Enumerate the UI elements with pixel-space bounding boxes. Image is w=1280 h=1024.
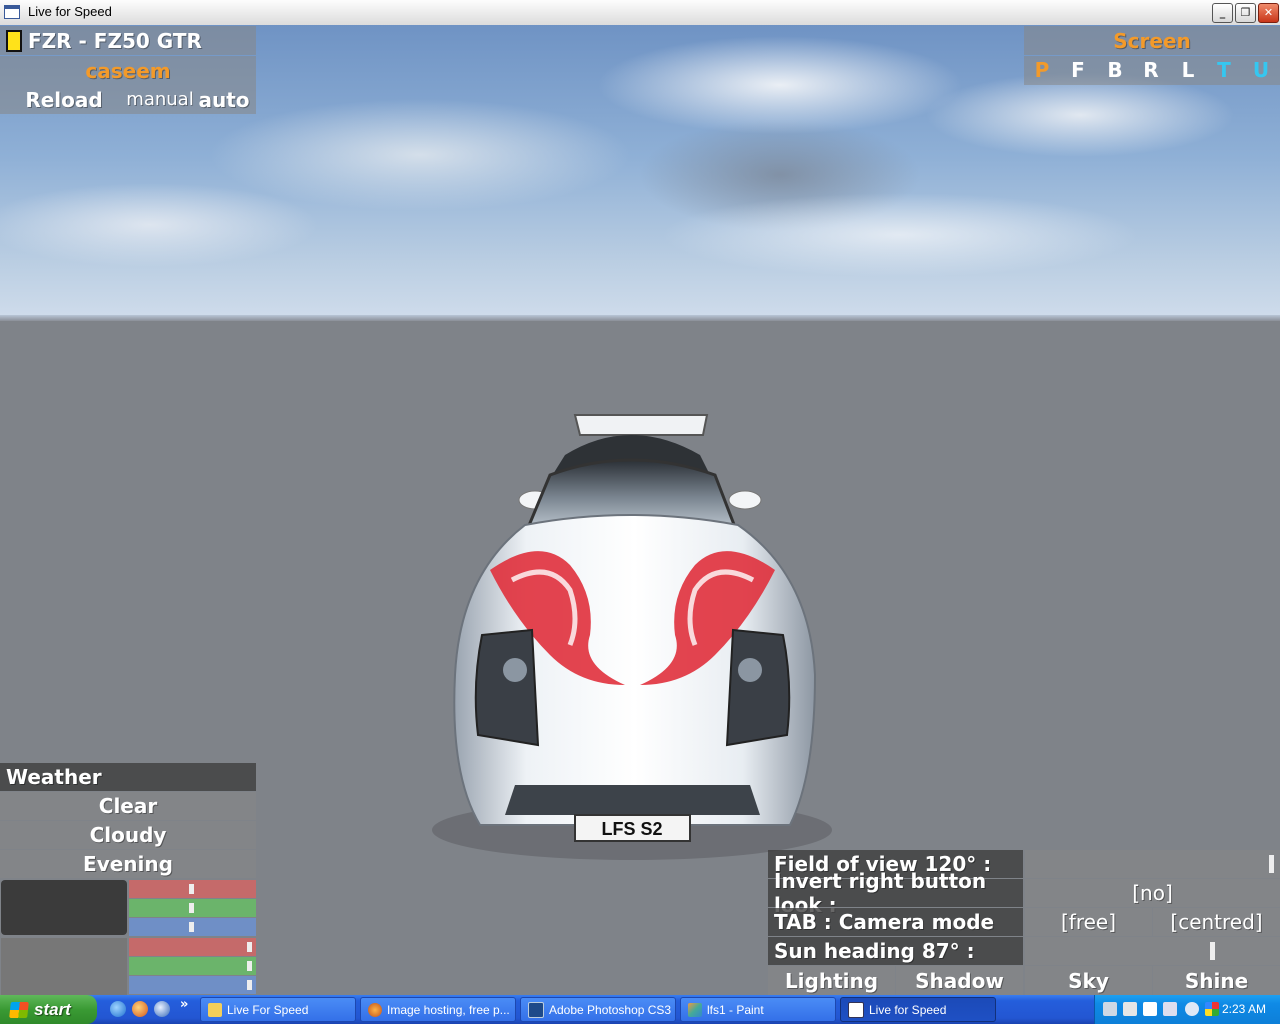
view-f-label: F (1071, 58, 1085, 82)
tray-tool-icon[interactable] (1103, 1002, 1117, 1016)
media-player-icon[interactable] (154, 1001, 170, 1017)
slider-handle[interactable] (247, 961, 252, 971)
manual-button[interactable]: manual (126, 85, 194, 114)
taskbar-item-label: Live For Speed (227, 1002, 309, 1017)
game-viewport[interactable]: LFS S2 FZR - FZ50 GTR caseem Reload manu… (0, 25, 1280, 995)
tab-sky[interactable]: Sky (1025, 966, 1152, 995)
slider-handle[interactable] (189, 903, 194, 913)
car-badge-icon (6, 29, 22, 52)
invert-look-label: Invert right button look : (768, 869, 1023, 917)
tray-expand-icon[interactable] (1185, 1002, 1199, 1016)
ambient-red-slider[interactable] (129, 938, 256, 956)
firefox-icon (368, 1002, 382, 1017)
weather-title: Weather (0, 763, 256, 791)
reload-button[interactable]: Reload (0, 85, 128, 114)
weather-clear-button[interactable]: Clear (0, 792, 256, 820)
view-l-button[interactable]: L (1170, 56, 1206, 84)
auto-button[interactable]: auto (192, 85, 256, 114)
tray-security-icon[interactable] (1205, 1002, 1219, 1016)
field-of-view-slider[interactable] (1025, 850, 1280, 878)
view-t-button[interactable]: T (1206, 56, 1242, 84)
view-u-label: U (1252, 58, 1270, 82)
internet-explorer-icon[interactable] (110, 1001, 126, 1017)
weather-evening-button[interactable]: Evening (0, 850, 256, 878)
paint-icon (688, 1002, 702, 1017)
camera-mode-free-button[interactable]: [free] (1025, 908, 1152, 936)
sun-heading-label: Sun heading 87° : (768, 937, 1023, 965)
slider-handle[interactable] (247, 980, 252, 990)
start-button[interactable]: start (0, 995, 97, 1024)
taskbar: start » Live For Speed Image hosting, fr… (0, 995, 1280, 1024)
horizon (0, 315, 1280, 321)
taskbar-item-photoshop[interactable]: Adobe Photoshop CS3 (520, 997, 676, 1022)
tray-display-icon[interactable] (1123, 1002, 1137, 1016)
tray-network-icon[interactable] (1163, 1002, 1177, 1016)
slider-handle[interactable] (1269, 855, 1274, 873)
photoshop-icon (528, 1001, 544, 1018)
slider-handle[interactable] (1210, 942, 1215, 960)
car-name: FZR - FZ50 GTR (28, 28, 202, 53)
skin-name[interactable]: caseem (0, 56, 256, 85)
tab-lighting[interactable]: Lighting (768, 966, 895, 995)
taskbar-item-label: lfs1 - Paint (707, 1002, 764, 1017)
tab-shadow[interactable]: Shadow (896, 966, 1023, 995)
car-name-bar[interactable]: FZR - FZ50 GTR (0, 26, 256, 55)
view-l-label: L (1181, 58, 1195, 82)
light-blue-slider[interactable] (129, 918, 256, 936)
taskbar-item-label: Adobe Photoshop CS3 (549, 1002, 672, 1017)
ambient-colour-swatch (1, 938, 127, 995)
firefox-icon[interactable] (132, 1001, 148, 1017)
clock: 2:23 AM (1221, 1002, 1266, 1016)
window-title: Live for Speed (28, 4, 112, 19)
tray-help-icon[interactable] (1143, 1002, 1157, 1016)
light-red-slider[interactable] (129, 880, 256, 898)
slider-handle[interactable] (247, 942, 252, 952)
view-r-label: R (1143, 58, 1159, 82)
car-model: LFS S2 (432, 414, 832, 860)
taskbar-item-image-hosting[interactable]: Image hosting, free p... (360, 997, 516, 1022)
folder-icon (208, 1002, 222, 1017)
view-p-button[interactable]: P (1024, 56, 1060, 84)
windows-logo-icon (9, 1001, 29, 1018)
system-tray: 2:23 AM (1094, 995, 1280, 1024)
view-p-label: P (1034, 58, 1050, 82)
taskbar-item-live-for-speed-folder[interactable]: Live For Speed (200, 997, 356, 1022)
light-green-slider[interactable] (129, 899, 256, 917)
minimize-button[interactable]: _ (1212, 3, 1233, 23)
camera-mode-label: TAB : Camera mode (768, 908, 1023, 936)
view-b-label: B (1107, 58, 1123, 82)
view-u-button[interactable]: U (1243, 56, 1279, 84)
slider-handle[interactable] (189, 884, 194, 894)
light-colour-swatch (1, 880, 127, 935)
close-button[interactable]: ✕ (1258, 3, 1279, 23)
lfs-app-icon (848, 1001, 864, 1018)
maximize-button[interactable]: ❐ (1235, 3, 1256, 23)
license-plate: LFS S2 (601, 819, 662, 839)
app-icon (4, 5, 20, 19)
view-f-button[interactable]: F (1060, 56, 1096, 84)
screen-title: Screen (1024, 26, 1280, 55)
camera-mode-centred-button[interactable]: [centred] (1153, 908, 1280, 936)
window-title-bar[interactable]: Live for Speed _ ❐ ✕ (0, 0, 1280, 26)
taskbar-item-paint[interactable]: lfs1 - Paint (680, 997, 836, 1022)
tab-shine[interactable]: Shine (1153, 966, 1280, 995)
view-t-label: T (1217, 58, 1231, 82)
weather-cloudy-button[interactable]: Cloudy (0, 821, 256, 849)
ambient-green-slider[interactable] (129, 957, 256, 975)
ambient-blue-slider[interactable] (129, 976, 256, 994)
taskbar-item-label: Live for Speed (869, 1002, 947, 1017)
view-r-button[interactable]: R (1133, 56, 1169, 84)
start-label: start (34, 999, 71, 1019)
view-b-button[interactable]: B (1097, 56, 1133, 84)
sun-heading-slider[interactable] (1025, 937, 1280, 965)
slider-handle[interactable] (189, 922, 194, 932)
taskbar-item-live-for-speed[interactable]: Live for Speed (840, 997, 996, 1022)
quicklaunch-overflow-icon[interactable]: » (180, 997, 188, 1012)
taskbar-item-label: Image hosting, free p... (387, 1002, 510, 1017)
invert-look-toggle[interactable]: [no] (1025, 879, 1280, 907)
